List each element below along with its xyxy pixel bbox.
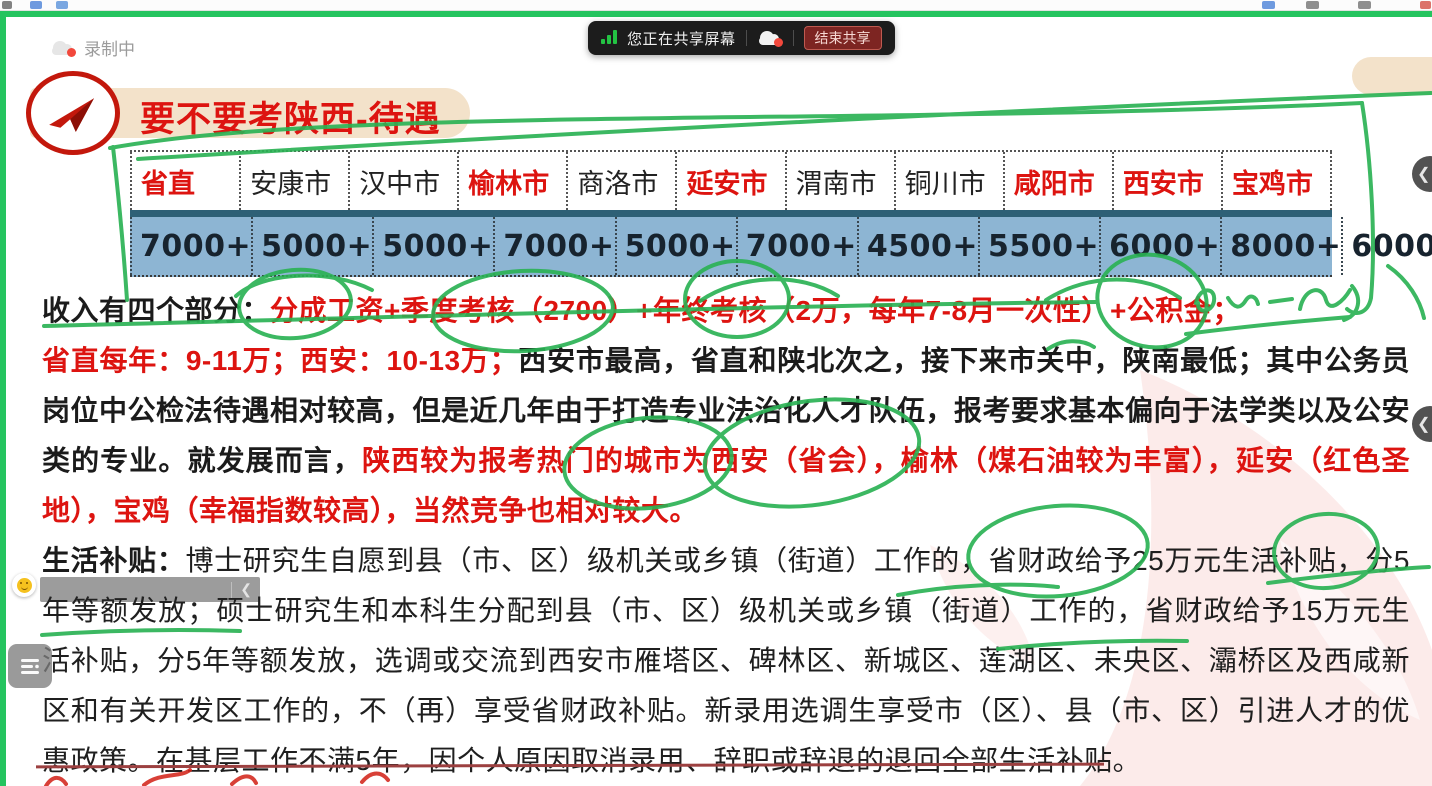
- recording-indicator: 录制中: [50, 35, 135, 60]
- browser-icon[interactable]: [2, 1, 12, 9]
- table-header-cell: 安康市: [239, 152, 348, 210]
- table-value-cell: 6000+: [1099, 217, 1220, 275]
- salary-table: 省直安康市汉中市榆林市商洛市延安市渭南市铜川市咸阳市西安市宝鸡市 7000+50…: [130, 150, 1332, 277]
- end-share-button[interactable]: 结束共享: [804, 26, 882, 50]
- text-segment: 收入有四个部分：: [42, 295, 270, 326]
- table-header-cell: 商洛市: [566, 152, 675, 210]
- chevron-left-icon[interactable]: ❮: [240, 581, 252, 598]
- salary-table-value-row: 7000+5000+5000+7000+5000+7000+4500+5500+…: [130, 217, 1332, 277]
- table-header-cell: 铜川市: [894, 152, 1003, 210]
- table-value-cell: 7000+: [130, 217, 251, 275]
- table-value-cell: 5000+: [372, 217, 493, 275]
- table-header-cell: 延安市: [675, 152, 784, 210]
- floating-toolbar[interactable]: ❮: [40, 577, 260, 602]
- browser-icon[interactable]: [1262, 1, 1275, 9]
- list-icon: [18, 654, 42, 678]
- table-value-cell: 4500+: [857, 217, 978, 275]
- salary-table-header-row: 省直安康市汉中市榆林市商洛市延安市渭南市铜川市咸阳市西安市宝鸡市: [130, 150, 1332, 210]
- recording-label: 录制中: [84, 35, 135, 60]
- paragraph: 省直每年：9-11万；西安：10-13万；西安市最高，省直和陕北次之，接下来市关…: [42, 336, 1410, 536]
- slide-nav-handle[interactable]: ❮: [1412, 406, 1432, 442]
- table-header-cell: 汉中市: [348, 152, 457, 210]
- table-divider-bar: [130, 210, 1332, 217]
- divider: [231, 582, 232, 598]
- slide-nav-handle[interactable]: ❮: [1412, 156, 1432, 192]
- browser-icon[interactable]: [1420, 1, 1431, 9]
- table-value-cell: 5500+: [978, 217, 1099, 275]
- table-header-cell: 西安市: [1112, 152, 1221, 210]
- table-header-cell: 宝鸡市: [1221, 152, 1332, 210]
- table-value-cell: 7000+: [493, 217, 614, 275]
- browser-icon[interactable]: [30, 1, 42, 9]
- browser-icon[interactable]: [1306, 1, 1319, 9]
- signal-bars-icon: [601, 30, 617, 46]
- table-value-cell: 8000+: [1220, 217, 1341, 275]
- browser-icon[interactable]: [1358, 1, 1371, 9]
- text-segment: 分成工资+季度考核（2700）+年终考核（2万，每年7-8月一次性）+公积金；: [270, 295, 1241, 326]
- share-border-left: [0, 10, 6, 786]
- table-value-cell: 5000+: [251, 217, 372, 275]
- slide-paragraphs: 收入有四个部分：分成工资+季度考核（2700）+年终考核（2万，每年7-8月一次…: [42, 286, 1410, 786]
- table-header-cell: 咸阳市: [1003, 152, 1112, 210]
- divider: [746, 30, 747, 46]
- table-value-cell: 5000+: [615, 217, 736, 275]
- table-header-cell: 榆林市: [457, 152, 566, 210]
- text-segment: 生活补贴：: [42, 545, 185, 576]
- paragraph: 收入有四个部分：分成工资+季度考核（2700）+年终考核（2万，每年7-8月一次…: [42, 286, 1410, 336]
- emoji-reaction-button[interactable]: [12, 573, 36, 597]
- table-header-cell: 渭南市: [785, 152, 894, 210]
- decorative-corner-shape: [1352, 57, 1432, 95]
- smiley-icon: [17, 578, 32, 593]
- screen-share-view: { "meeting": { "recording_label": "录制中",…: [0, 0, 1432, 786]
- table-value-cell: 7000+: [736, 217, 857, 275]
- share-border-top: [0, 10, 1432, 17]
- browser-top-strip: [0, 0, 1432, 11]
- share-status-text: 您正在共享屏幕: [627, 28, 736, 49]
- slide-title: 要不要考陕西-待遇: [140, 91, 441, 142]
- share-control-bar: 您正在共享屏幕 结束共享: [588, 21, 895, 55]
- paper-plane-icon: [26, 71, 120, 155]
- table-header-cell: 省直: [130, 152, 239, 210]
- table-value-cell: 6000+: [1341, 217, 1432, 275]
- annotation-tools-button[interactable]: [8, 644, 52, 688]
- cloud-record-icon: [50, 39, 76, 57]
- cloud-record-icon[interactable]: [757, 29, 783, 47]
- paragraph: 生活补贴：博士研究生自愿到县（市、区）级机关或乡镇（街道）工作的，省财政给予25…: [42, 536, 1410, 786]
- text-segment: 省直每年：9-11万；西安：10-13万；: [42, 345, 518, 376]
- browser-icon[interactable]: [56, 1, 68, 9]
- divider: [793, 30, 794, 46]
